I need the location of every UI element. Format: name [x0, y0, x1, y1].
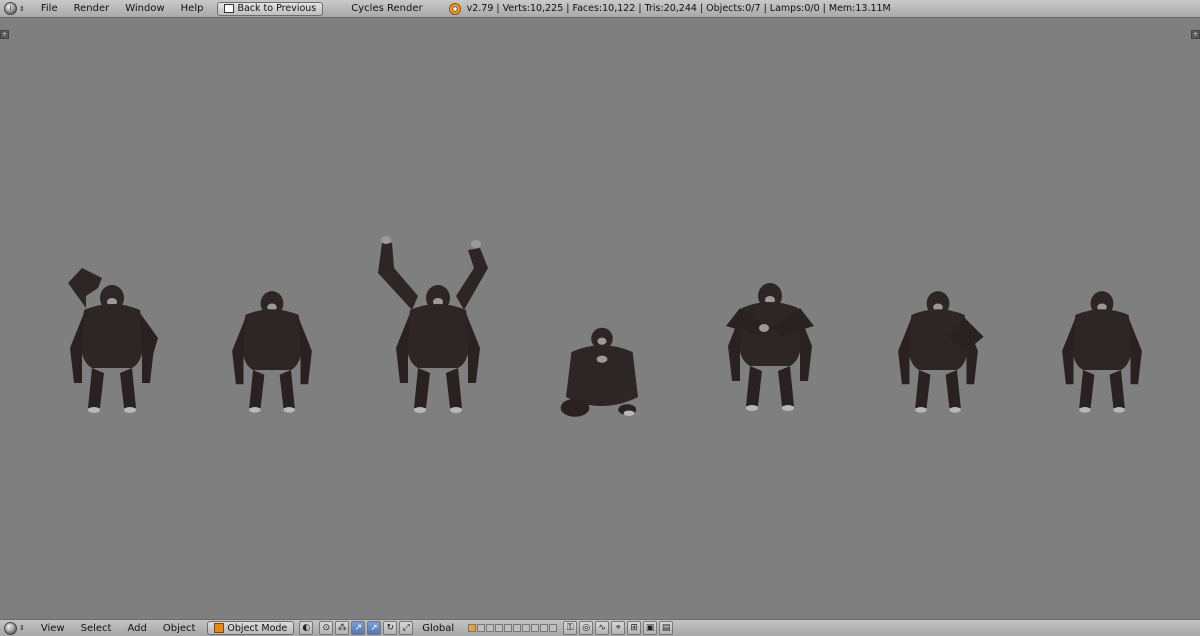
translate-manipulator-icon[interactable]: ➚ [367, 621, 382, 635]
lock-icon[interactable]: ⚿ [563, 621, 578, 635]
info-header: i ⇕ File Render Window Help Back to Prev… [0, 0, 1200, 18]
back-to-previous-button[interactable]: Back to Previous [217, 1, 324, 16]
gorilla-model-6[interactable] [898, 291, 984, 413]
blender-logo-icon [448, 2, 461, 15]
snap-icon[interactable]: ⌖ [611, 621, 626, 635]
layer-2[interactable] [477, 624, 486, 632]
3d-viewport[interactable]: + + [0, 18, 1200, 619]
chevron-updown-icon: ⇕ [19, 624, 25, 632]
layer-toggles[interactable] [468, 624, 558, 632]
menu-object[interactable]: Object [155, 623, 204, 634]
layer-9[interactable] [540, 624, 549, 632]
proportional-edit-icon[interactable]: ◎ [579, 621, 594, 635]
menu-view[interactable]: View [33, 623, 73, 634]
scale-manipulator-icon[interactable]: ⤢ [399, 621, 414, 635]
snap-element-icon[interactable]: ⁂ [335, 621, 350, 635]
menu-add[interactable]: Add [119, 623, 154, 634]
gorilla-model-3[interactable] [378, 236, 488, 413]
area-split-handle-left[interactable]: + [0, 30, 9, 39]
render-animation-icon[interactable]: ▤ [659, 621, 674, 635]
layer-3[interactable] [486, 624, 495, 632]
menu-window[interactable]: Window [117, 3, 172, 14]
pivot-point-icon[interactable]: ⊙ [319, 621, 334, 635]
gorilla-model-4[interactable] [560, 327, 638, 417]
transform-manipulator-icon[interactable]: ↗ [351, 621, 366, 635]
viewport-shading-icon[interactable]: ◐ [299, 621, 314, 635]
layer-8[interactable] [531, 624, 540, 632]
falloff-icon[interactable]: ∿ [595, 621, 610, 635]
menu-render[interactable]: Render [66, 3, 118, 14]
render-preview-icon[interactable]: ▣ [643, 621, 658, 635]
rotate-manipulator-icon[interactable]: ↻ [383, 621, 398, 635]
cube-icon [214, 623, 225, 633]
snap-target-icon[interactable]: ⊞ [627, 621, 642, 635]
menu-file[interactable]: File [33, 3, 66, 14]
layer-10[interactable] [549, 624, 558, 632]
layer-7[interactable] [522, 624, 531, 632]
screen-back-icon [224, 4, 235, 13]
area-split-handle-right[interactable]: + [1191, 30, 1200, 39]
menu-select[interactable]: Select [73, 623, 120, 634]
layer-1[interactable] [468, 624, 477, 632]
chevron-updown-icon: ⇕ [19, 4, 25, 13]
layer-4[interactable] [495, 624, 504, 632]
gorilla-model-2[interactable] [232, 291, 312, 413]
gorilla-model-5[interactable] [726, 283, 814, 411]
info-icon: i [4, 2, 17, 15]
object-mode-label: Object Mode [227, 622, 288, 634]
back-to-previous-label: Back to Previous [237, 3, 317, 14]
editor-type-selector[interactable]: i ⇕ [4, 2, 25, 15]
view3d-icon: · [4, 621, 17, 635]
editor-type-selector-bottom[interactable]: · ⇕ [4, 621, 25, 635]
menu-help[interactable]: Help [173, 3, 212, 14]
transform-orientation-selector[interactable]: Global [414, 623, 462, 634]
gorilla-model-1[interactable] [68, 268, 158, 413]
viewport-scene [68, 236, 1142, 417]
view3d-header: · ⇕ View Select Add Object Object Mode ◐… [0, 619, 1200, 636]
object-mode-selector[interactable]: Object Mode [207, 621, 295, 635]
layer-6[interactable] [513, 624, 522, 632]
render-engine-selector[interactable]: Cycles Render [341, 3, 432, 14]
scene-stats: v2.79 | Verts:10,225 | Faces:10,122 | Tr… [466, 3, 891, 14]
layer-5[interactable] [504, 624, 513, 632]
gorilla-model-7[interactable] [1062, 291, 1142, 413]
